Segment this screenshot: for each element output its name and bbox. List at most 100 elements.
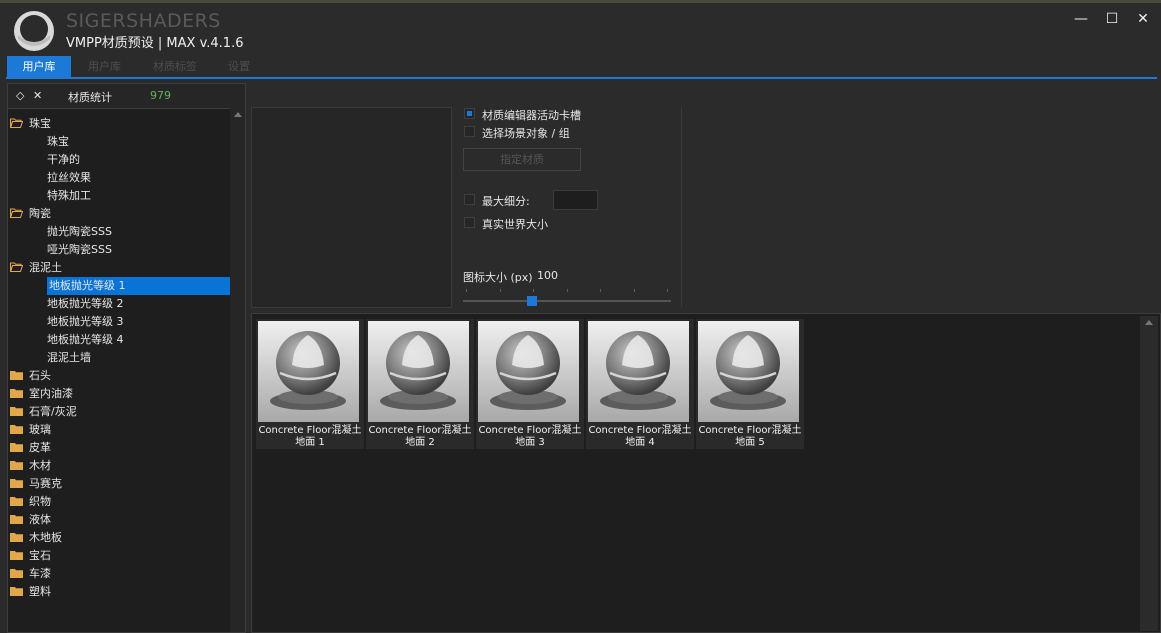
tree-label: 塑料 xyxy=(29,585,51,598)
material-sphere-icon xyxy=(478,321,579,422)
tree-folder[interactable]: 车漆 xyxy=(10,565,51,583)
material-subname: 地面 4 xyxy=(625,437,655,448)
tree-label: 拉丝效果 xyxy=(47,171,91,184)
material-thumbnail[interactable]: Concrete Floor混凝土 地面 5 xyxy=(696,319,804,449)
max-subdiv-label: 最大细分: xyxy=(482,195,530,208)
tab-material-tags[interactable]: 材质标签 xyxy=(145,56,205,77)
slider-tick xyxy=(466,289,467,292)
tab-user-library-2[interactable]: 用户库 xyxy=(80,56,129,77)
tree-folder[interactable]: 混泥土 xyxy=(10,259,62,277)
gallery-scroll-up-icon[interactable] xyxy=(1145,320,1153,325)
tree-label: 石头 xyxy=(29,369,51,382)
folder-icon xyxy=(10,515,23,524)
tree-folder[interactable]: 马赛克 xyxy=(10,475,62,493)
tab-underline xyxy=(6,77,1157,79)
material-caption: Concrete Floor混凝土 地面 4 xyxy=(586,425,694,449)
brand-name: SIGERSHADERS xyxy=(66,10,221,32)
minimize-button[interactable]: — xyxy=(1071,9,1091,29)
tree-label: 干净的 xyxy=(47,153,80,166)
material-subname: 地面 1 xyxy=(295,437,325,448)
material-caption: Concrete Floor混凝土 地面 5 xyxy=(696,425,804,449)
close-button[interactable]: ✕ xyxy=(1133,9,1153,29)
select-objects-checkbox[interactable] xyxy=(464,126,475,137)
real-world-size-checkbox[interactable] xyxy=(464,217,475,228)
tree-label: 特殊加工 xyxy=(47,189,91,202)
tree-item[interactable]: 地板抛光等级 4 xyxy=(47,331,124,349)
options-divider xyxy=(681,107,682,307)
tree-label: 混泥土墙 xyxy=(47,351,91,364)
tree-label: 哑光陶瓷SSS xyxy=(47,243,112,256)
tree-label: 地板抛光等级 2 xyxy=(47,297,124,310)
tree-folder[interactable]: 珠宝 xyxy=(10,115,51,133)
tree-folder[interactable]: 石膏/灰泥 xyxy=(10,403,77,421)
maximize-button[interactable]: ☐ xyxy=(1102,9,1122,29)
expand-all-icon[interactable]: ◇ xyxy=(16,89,24,102)
tree-folder[interactable]: 塑料 xyxy=(10,583,51,601)
folder-icon xyxy=(10,569,23,578)
tree-item[interactable]: 拉丝效果 xyxy=(47,169,91,187)
folder-open-icon xyxy=(10,262,23,272)
folder-open-icon xyxy=(10,118,23,128)
material-thumbnail[interactable]: Concrete Floor混凝土 地面 3 xyxy=(476,319,584,449)
tree-label: 地板抛光等级 4 xyxy=(47,333,124,346)
gallery-scrollbar[interactable] xyxy=(1140,316,1158,631)
tree-label: 木地板 xyxy=(29,531,62,544)
title-bar: SIGERSHADERS VMPP材质预设 | MAX v.4.1.6 — ☐ … xyxy=(0,3,1161,55)
material-thumbnail[interactable]: Concrete Floor混凝土 地面 4 xyxy=(586,319,694,449)
assign-material-button[interactable]: 指定材质 xyxy=(463,148,581,171)
material-subname: 地面 5 xyxy=(735,437,765,448)
tree-item[interactable]: 哑光陶瓷SSS xyxy=(47,241,112,259)
tree-item[interactable]: 地板抛光等级 1 xyxy=(47,277,231,295)
max-subdiv-input[interactable] xyxy=(553,190,598,210)
slider-tick xyxy=(667,289,668,292)
tree-item[interactable]: 特殊加工 xyxy=(47,187,91,205)
slider-tick xyxy=(633,289,635,292)
tree-item[interactable]: 地板抛光等级 2 xyxy=(47,295,124,313)
tree-folder[interactable]: 陶瓷 xyxy=(10,205,51,223)
material-thumbnail[interactable]: Concrete Floor混凝土 地面 1 xyxy=(256,319,364,449)
tree-label: 皮革 xyxy=(29,441,51,454)
tab-settings[interactable]: 设置 xyxy=(220,56,258,77)
tree-folder[interactable]: 宝石 xyxy=(10,547,51,565)
scroll-up-icon[interactable] xyxy=(234,112,242,117)
tree-folder[interactable]: 木材 xyxy=(10,457,51,475)
category-scrollbar[interactable] xyxy=(230,108,245,632)
tab-bar: 用户库 用户库 材质标签 设置 xyxy=(0,56,1161,78)
collapse-all-icon[interactable]: ✕ xyxy=(33,89,42,102)
tree-label: 陶瓷 xyxy=(29,207,51,220)
tree-label: 木材 xyxy=(29,459,51,472)
tree-label: 车漆 xyxy=(29,567,51,580)
tree-folder[interactable]: 皮革 xyxy=(10,439,51,457)
category-panel: ◇ ✕ 材质统计 979 珠宝 珠宝 干净的 拉丝效果 特殊加工 陶瓷 抛光陶瓷SSS 哑光陶… xyxy=(7,83,246,633)
material-name: Concrete Floor混凝土 xyxy=(698,425,802,436)
tree-label: 室内油漆 xyxy=(29,387,73,400)
material-sphere-icon xyxy=(368,321,469,422)
icon-size-slider-track[interactable] xyxy=(463,300,671,302)
tree-folder[interactable]: 石头 xyxy=(10,367,51,385)
material-sphere-icon xyxy=(588,321,689,422)
material-name: Concrete Floor混凝土 xyxy=(258,425,362,436)
tree-folder[interactable]: 织物 xyxy=(10,493,51,511)
material-caption: Concrete Floor混凝土 地面 1 xyxy=(256,425,364,449)
tree-label: 玻璃 xyxy=(29,423,51,436)
options-panel: 材质编辑器活动卡槽 选择场景对象 / 组 指定材质 最大细分: 真实世界大小 图… xyxy=(462,105,682,310)
tree-item[interactable]: 地板抛光等级 3 xyxy=(47,313,124,331)
max-subdiv-checkbox[interactable] xyxy=(464,194,475,205)
tree-folder[interactable]: 木地板 xyxy=(10,529,62,547)
tree-item[interactable]: 珠宝 xyxy=(47,133,69,151)
material-thumbnail[interactable]: Concrete Floor混凝土 地面 2 xyxy=(366,319,474,449)
tree-item[interactable]: 抛光陶瓷SSS xyxy=(47,223,112,241)
tree-item[interactable]: 混泥土墙 xyxy=(47,349,91,367)
folder-icon xyxy=(10,533,23,542)
tree-item[interactable]: 干净的 xyxy=(47,151,80,169)
editor-slot-checkbox[interactable] xyxy=(464,108,475,119)
tab-user-library[interactable]: 用户库 xyxy=(7,56,71,77)
slider-tick xyxy=(533,289,534,292)
folder-icon xyxy=(10,443,23,452)
tree-folder[interactable]: 液体 xyxy=(10,511,51,529)
tree-folder[interactable]: 玻璃 xyxy=(10,421,51,439)
icon-size-slider-thumb[interactable] xyxy=(526,296,537,306)
material-count: 979 xyxy=(150,89,171,102)
app-version: VMPP材质预设 | MAX v.4.1.6 xyxy=(66,36,244,51)
tree-folder[interactable]: 室内油漆 xyxy=(10,385,73,403)
